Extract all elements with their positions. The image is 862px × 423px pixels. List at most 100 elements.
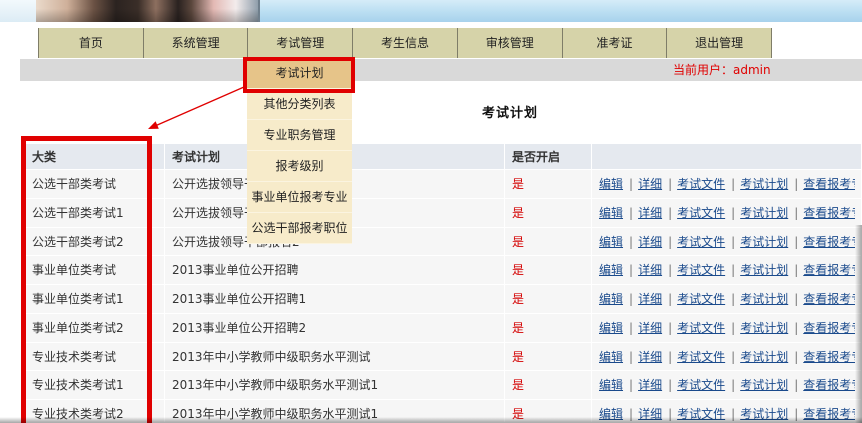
actions-cell: 编辑 | 详细 | 考试文件 | 考试计划 | 查看报考专	[592, 198, 862, 228]
menu-item-cadre-positions[interactable]: 公选干部报考职位	[247, 213, 352, 244]
view-majors-link[interactable]: 查看报考专	[803, 199, 855, 222]
enabled-cell: 是	[505, 313, 592, 343]
edit-link[interactable]: 编辑	[599, 350, 623, 364]
exam-plan-link[interactable]: 考试计划	[740, 321, 788, 335]
action-separator: |	[668, 320, 673, 335]
detail-link[interactable]: 详细	[638, 321, 662, 335]
action-separator: |	[629, 349, 634, 364]
exam-plan-link[interactable]: 考试计划	[740, 235, 788, 249]
exam-file-link[interactable]: 考试文件	[677, 292, 725, 306]
action-separator: |	[794, 378, 799, 393]
edit-link[interactable]: 编辑	[599, 235, 623, 249]
exam-plan-link[interactable]: 考试计划	[740, 350, 788, 364]
action-separator: |	[731, 263, 736, 278]
annotation-arrow-head	[148, 121, 159, 129]
action-separator: |	[731, 378, 736, 393]
view-majors-link[interactable]: 查看报考专	[803, 228, 855, 251]
view-majors-link[interactable]: 查看报考专	[803, 343, 855, 366]
enabled-cell: 是	[505, 198, 592, 228]
header-actions	[592, 144, 862, 170]
exam-file-link[interactable]: 考试文件	[677, 177, 725, 191]
action-separator: |	[731, 177, 736, 191]
actions-cell: 编辑 | 详细 | 考试文件 | 考试计划 | 查看报考专	[592, 285, 862, 314]
exam-plan-cell: 2013年中小学教师中级职务水平测试	[165, 342, 505, 372]
detail-link[interactable]: 详细	[638, 292, 662, 306]
edit-link[interactable]: 编辑	[599, 321, 623, 335]
exam-file-link[interactable]: 考试文件	[677, 350, 725, 364]
action-separator: |	[731, 292, 736, 306]
action-separator: |	[794, 177, 799, 191]
action-separator: |	[668, 378, 673, 393]
nav-item-exam-management[interactable]: 考试管理	[248, 28, 354, 58]
view-majors-link[interactable]: 查看报考专	[803, 285, 855, 308]
action-separator: |	[629, 378, 634, 393]
action-separator: |	[794, 320, 799, 335]
current-user-label: 当前用户：admin	[673, 63, 771, 77]
exam-plan-cell: 2013事业单位公开招聘2	[165, 313, 505, 343]
menu-item-exam-level[interactable]: 报考级别	[247, 151, 352, 182]
exam-file-link[interactable]: 考试文件	[677, 321, 725, 335]
enabled-cell: 是	[505, 227, 592, 257]
annotation-highlight-category-column	[21, 136, 152, 423]
exam-plan-link[interactable]: 考试计划	[740, 263, 788, 277]
enabled-cell: 是	[505, 371, 592, 400]
exam-file-link[interactable]: 考试文件	[677, 378, 725, 392]
edit-link[interactable]: 编辑	[599, 177, 623, 191]
exam-plan-link[interactable]: 考试计划	[740, 206, 788, 220]
action-separator: |	[794, 205, 799, 220]
main-nav: 首页 系统管理 考试管理 考生信息 审核管理 准考证 退出管理	[38, 28, 773, 58]
action-separator: |	[629, 292, 634, 306]
action-separator: |	[731, 320, 736, 335]
exam-plan-cell: 2013事业单位公开招聘1	[165, 285, 505, 314]
action-separator: |	[668, 292, 673, 306]
exam-plan-link[interactable]: 考试计划	[740, 292, 788, 306]
edit-link[interactable]: 编辑	[599, 206, 623, 220]
view-majors-link[interactable]: 查看报考专	[803, 371, 855, 394]
actions-cell: 编辑 | 详细 | 考试文件 | 考试计划 | 查看报考专	[592, 371, 862, 400]
exam-file-link[interactable]: 考试文件	[677, 235, 725, 249]
header-enabled: 是否开启	[505, 144, 592, 170]
detail-link[interactable]: 详细	[638, 177, 662, 191]
nav-item-review-management[interactable]: 审核管理	[458, 28, 563, 58]
view-majors-link[interactable]: 查看报考专	[803, 314, 855, 337]
actions-cell: 编辑 | 详细 | 考试文件 | 考试计划 | 查看报考专	[592, 342, 862, 372]
menu-item-other-category-list[interactable]: 其他分类列表	[247, 89, 352, 120]
edit-link[interactable]: 编辑	[599, 263, 623, 277]
nav-item-admission-ticket[interactable]: 准考证	[563, 28, 668, 58]
exam-file-link[interactable]: 考试文件	[677, 263, 725, 277]
view-majors-link[interactable]: 查看报考专	[803, 170, 855, 193]
user-status-bar: 当前用户：admin	[20, 59, 862, 81]
actions-cell: 编辑 | 详细 | 考试文件 | 考试计划 | 查看报考专	[592, 256, 862, 285]
action-separator: |	[668, 263, 673, 278]
nav-item-home[interactable]: 首页	[38, 28, 144, 58]
menu-item-institution-majors[interactable]: 事业单位报考专业	[247, 182, 352, 213]
detail-link[interactable]: 详细	[638, 206, 662, 220]
nav-item-candidate-info[interactable]: 考生信息	[353, 28, 458, 58]
exam-plan-cell: 2013年中小学教师中级职务水平测试1	[165, 371, 505, 400]
menu-item-professional-title-management[interactable]: 专业职务管理	[247, 120, 352, 151]
header-banner-image	[0, 0, 862, 22]
exam-plan-link[interactable]: 考试计划	[740, 378, 788, 392]
window-shadow-bottom	[0, 417, 862, 423]
detail-link[interactable]: 详细	[638, 235, 662, 249]
actions-cell: 编辑 | 详细 | 考试文件 | 考试计划 | 查看报考专	[592, 313, 862, 343]
detail-link[interactable]: 详细	[638, 350, 662, 364]
view-majors-link[interactable]: 查看报考专	[803, 256, 855, 279]
action-separator: |	[794, 263, 799, 278]
annotation-arrow-line	[154, 86, 245, 127]
exam-plan-cell: 2013事业单位公开招聘	[165, 256, 505, 285]
page-title: 考试计划	[481, 106, 538, 121]
nav-item-logout[interactable]: 退出管理	[667, 28, 773, 58]
exam-file-link[interactable]: 考试文件	[677, 206, 725, 220]
detail-link[interactable]: 详细	[638, 263, 662, 277]
enabled-cell: 是	[505, 285, 592, 314]
banner-left-panel	[0, 0, 36, 22]
edit-link[interactable]: 编辑	[599, 378, 623, 392]
window-shadow-right	[855, 225, 862, 423]
nav-item-system-management[interactable]: 系统管理	[144, 28, 249, 58]
actions-cell: 编辑 | 详细 | 考试文件 | 考试计划 | 查看报考专	[592, 170, 862, 199]
exam-plan-link[interactable]: 考试计划	[740, 177, 788, 191]
edit-link[interactable]: 编辑	[599, 292, 623, 306]
detail-link[interactable]: 详细	[638, 378, 662, 392]
action-separator: |	[731, 234, 736, 249]
